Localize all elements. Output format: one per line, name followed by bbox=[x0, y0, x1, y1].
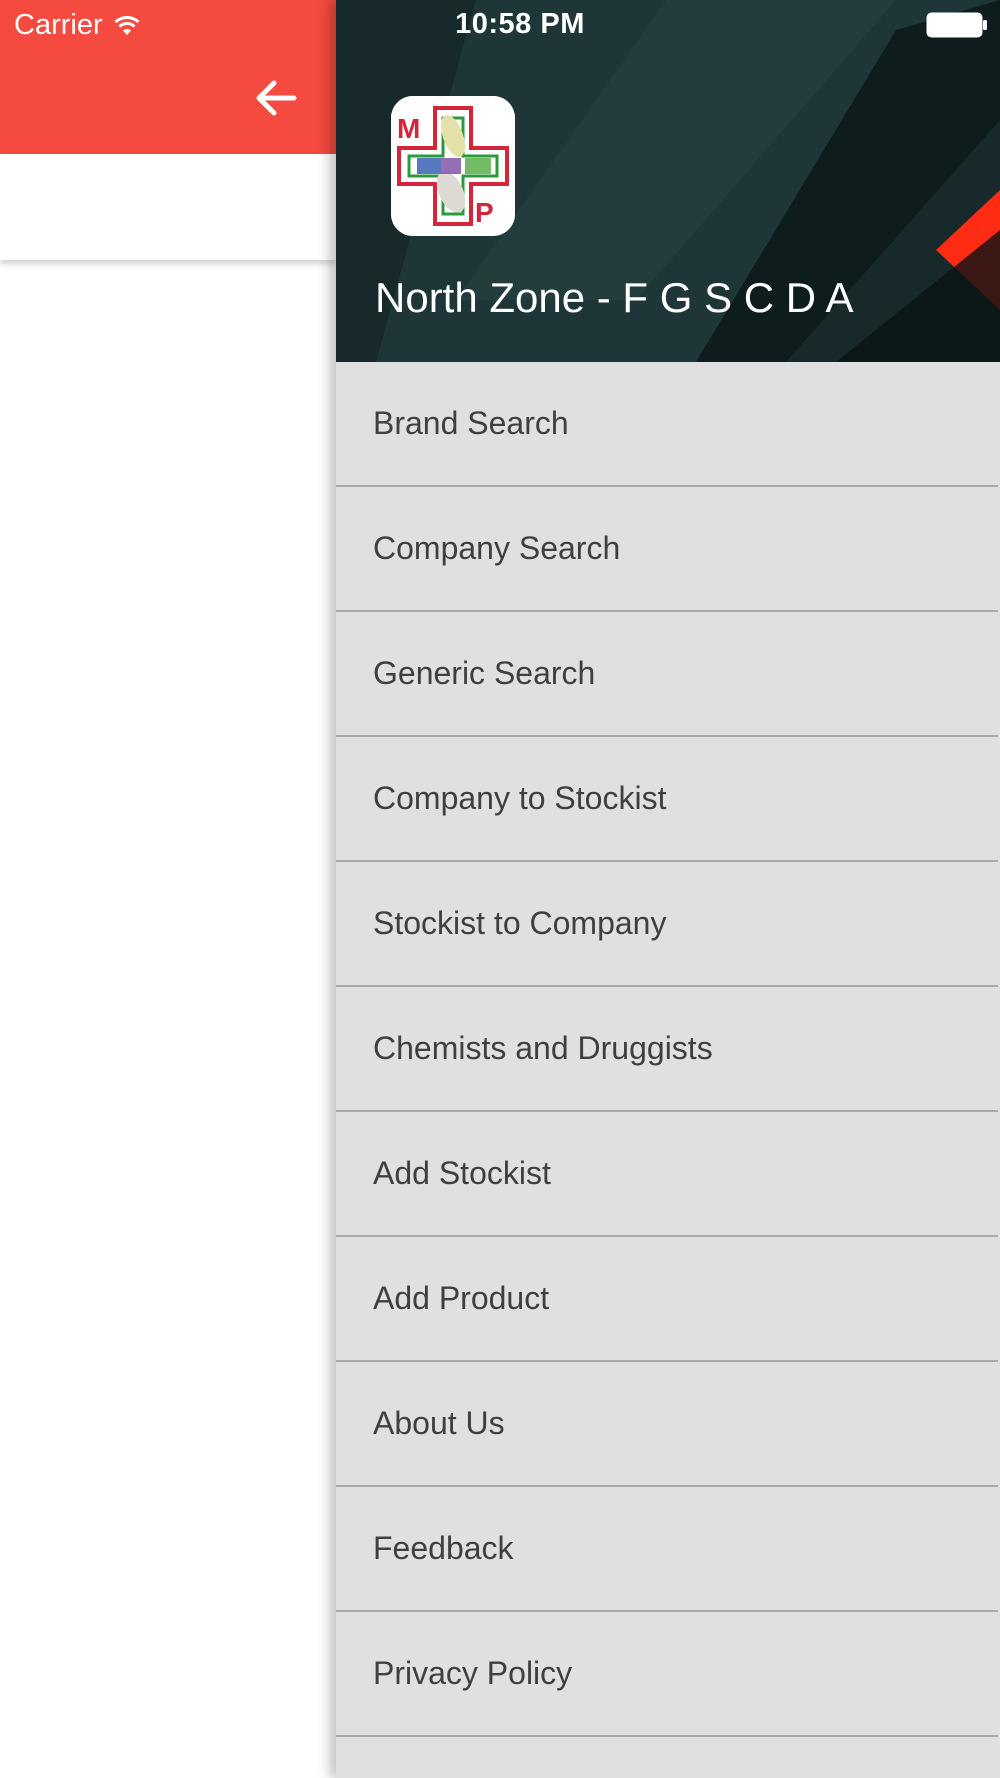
drawer-title: North Zone - F G S C D A bbox=[375, 274, 854, 321]
menu-item-about-us[interactable]: About Us bbox=[336, 1362, 998, 1487]
app-logo: M P bbox=[391, 96, 515, 236]
menu-item-add-stockist[interactable]: Add Stockist bbox=[336, 1112, 998, 1237]
menu-item-label: Brand Search bbox=[373, 405, 569, 441]
logo-letter-p: P bbox=[475, 197, 494, 228]
menu-item-company-to-stockist[interactable]: Company to Stockist bbox=[336, 737, 998, 862]
battery-icon bbox=[926, 12, 988, 43]
menu-item-feedback[interactable]: Feedback bbox=[336, 1487, 998, 1612]
menu-item-company-search[interactable]: Company Search bbox=[336, 487, 998, 612]
menu-item-label: Chemists and Druggists bbox=[373, 1030, 713, 1066]
menu-item-stockist-to-company[interactable]: Stockist to Company bbox=[336, 862, 998, 987]
menu-item-chemists-and-druggists[interactable]: Chemists and Druggists bbox=[336, 987, 998, 1112]
app-bar: Carrier bbox=[0, 0, 336, 154]
wifi-icon bbox=[113, 14, 141, 36]
logo-letter-m: M bbox=[397, 113, 420, 144]
carrier-label: Carrier bbox=[14, 8, 103, 41]
menu-item-label: Company to Stockist bbox=[373, 780, 667, 816]
menu-item-label: Add Stockist bbox=[373, 1155, 551, 1191]
menu-item-label: Company Search bbox=[373, 530, 621, 566]
drawer-menu: Brand Search Company Search Generic Sear… bbox=[336, 362, 998, 1778]
menu-item-label: Privacy Policy bbox=[373, 1655, 573, 1691]
menu-item-generic-search[interactable]: Generic Search bbox=[336, 612, 998, 737]
menu-item-label: Add Product bbox=[373, 1280, 550, 1316]
menu-item-label: Stockist to Company bbox=[373, 905, 667, 941]
menu-item-label: Feedback bbox=[373, 1530, 514, 1566]
drawer-header: 10:58 PM M P North Zone - F G S C D A bbox=[336, 0, 1000, 362]
menu-item-add-product[interactable]: Add Product bbox=[336, 1237, 998, 1362]
menu-item-privacy-policy[interactable]: Privacy Policy bbox=[336, 1612, 998, 1737]
content-card[interactable] bbox=[0, 154, 336, 260]
menu-item-partial[interactable] bbox=[336, 1737, 998, 1778]
status-bar-carrier: Carrier bbox=[14, 8, 141, 42]
screen: Carrier 10:58 PM M P North Zone - F G S … bbox=[0, 0, 1000, 1778]
arrow-left-icon bbox=[254, 79, 298, 122]
menu-item-label: Generic Search bbox=[373, 655, 596, 691]
menu-item-label: About Us bbox=[373, 1405, 505, 1441]
underlying-page: Carrier bbox=[0, 0, 336, 1778]
navigation-drawer: 10:58 PM M P North Zone - F G S C D A Br… bbox=[336, 0, 1000, 1778]
status-bar-time: 10:58 PM bbox=[455, 8, 585, 40]
back-button[interactable] bbox=[248, 72, 304, 128]
menu-item-brand-search[interactable]: Brand Search bbox=[336, 362, 998, 487]
